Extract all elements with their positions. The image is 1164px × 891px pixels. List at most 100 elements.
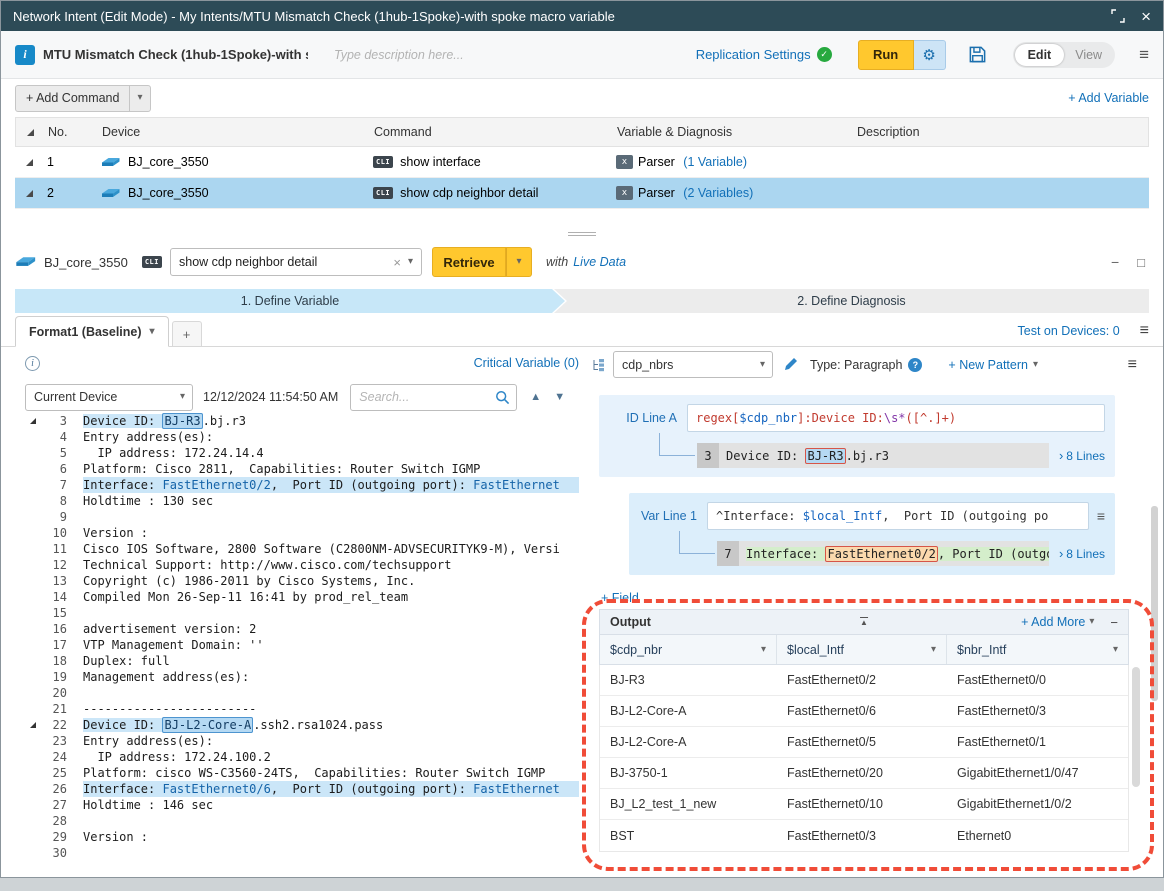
select-chevron-icon[interactable]: ▾ [760,360,772,370]
clear-icon[interactable]: × [389,255,405,270]
panel-scrollbar[interactable] [1151,506,1158,701]
retrieve-dropdown-button[interactable]: ▾ [506,247,532,277]
output-row[interactable]: BJ-R3FastEthernet0/2FastEthernet0/0 [600,665,1128,696]
close-icon[interactable]: × [1141,8,1151,25]
output-column-nbr-intf[interactable]: $nbr_Intf▾ [947,635,1128,664]
add-variable-link[interactable]: + Add Variable [1068,91,1149,105]
command-row[interactable]: 2BJ_core_3550CLIshow cdp neighbor detail… [15,178,1149,209]
collapse-output-icon[interactable]: ▲ [860,617,868,627]
tab-format1-baseline[interactable]: Format1 (Baseline) ▾ [15,316,169,347]
search-input[interactable] [351,390,489,404]
help-icon[interactable]: ? [908,358,922,372]
view-toggle[interactable]: View [1064,48,1113,62]
output-cell: FastEthernet0/10 [777,797,947,811]
var-line-menu-icon[interactable]: ≡ [1097,508,1105,524]
save-icon[interactable] [968,45,987,64]
panel-minimize-icon[interactable]: − [1111,254,1119,270]
parser-variables-link[interactable]: (2 Variables) [683,186,753,200]
line-expander-icon[interactable] [25,717,41,733]
device-name: BJ_core_3550 [44,255,128,270]
raw-text-line: 19Management address(es): [25,669,579,685]
column-chevron-icon[interactable]: ▾ [931,645,936,655]
tab-chevron-icon[interactable]: ▾ [150,327,155,337]
tabbar-menu-icon[interactable]: ≡ [1140,322,1149,340]
row-expander-icon[interactable] [15,159,43,166]
new-pattern-chevron-icon[interactable]: ▾ [1033,360,1038,370]
header-expander-icon[interactable] [16,129,44,136]
variable-select[interactable]: cdp_nbrs ▾ [613,351,773,378]
step1-label: 1. Define Variable [241,294,339,308]
id-line-pattern-box: ID Line A regex[$cdp_nbr]:Device ID:\s*(… [599,395,1115,477]
output-row[interactable]: BJ-L2-Core-AFastEthernet0/5FastEthernet0… [600,727,1128,758]
output-row[interactable]: BSTFastEthernet0/3Ethernet0 [600,820,1128,851]
add-field-link[interactable]: + Field [601,591,639,605]
command-device: BJ_core_3550 [101,185,373,201]
parser-variables-link[interactable]: (1 Variable) [683,155,747,169]
column-command: Command [374,125,617,139]
column-chevron-icon[interactable]: ▾ [761,645,766,655]
column-chevron-icon[interactable]: ▾ [1113,645,1118,655]
panel-restore-icon[interactable]: □ [1137,255,1145,270]
id-line-regex-input[interactable]: regex[$cdp_nbr]:Device ID:\s*([^.]+) [687,404,1105,432]
var-line-input[interactable]: ^Interface: $local_Intf, Port ID (outgoi… [707,502,1089,530]
retrieve-button[interactable]: Retrieve [432,247,506,277]
command-row[interactable]: 1BJ_core_3550CLIshow interfacexParser (1… [15,147,1149,178]
output-scrollbar[interactable] [1132,667,1140,787]
critical-variable-link[interactable]: Critical Variable (0) [474,356,579,370]
output-table-body: BJ-R3FastEthernet0/2FastEthernet0/0BJ-L2… [599,665,1129,852]
output-row[interactable]: BJ-L2-Core-AFastEthernet0/6FastEthernet0… [600,696,1128,727]
header-menu-icon[interactable]: ≡ [1139,45,1149,65]
raw-text-line: 26Interface: FastEthernet0/6, Port ID (o… [25,781,579,797]
command-combobox[interactable]: × ▾ [170,248,422,276]
run-button[interactable]: Run [858,40,914,70]
line-text [83,509,579,525]
select-chevron-icon[interactable]: ▾ [180,392,192,402]
maximize-icon[interactable] [1111,9,1125,23]
edit-toggle[interactable]: Edit [1015,44,1065,66]
add-more-chevron-icon[interactable]: ▾ [1089,617,1094,627]
line-number: 29 [41,829,67,845]
output-row[interactable]: BJ-3750-1FastEthernet0/20GigabitEthernet… [600,758,1128,789]
edit-variable-pencil-icon[interactable] [783,357,798,372]
combobox-chevron-icon[interactable]: ▾ [405,257,421,267]
splitter-handle[interactable] [1,229,1163,239]
line-text: Interface: FastEthernet0/2, Port ID (out… [83,477,579,493]
line-number: 28 [41,813,67,829]
device-scope-select[interactable]: Current Device ▾ [25,384,193,411]
add-command-chevron-icon[interactable]: ▾ [130,93,149,103]
next-match-icon[interactable]: ▼ [554,391,565,403]
command-parser: xParser (1 Variable) [616,155,856,169]
new-pattern-link[interactable]: + New Pattern ▾ [948,358,1038,372]
raw-text-area[interactable]: 3Device ID: BJ-R3.bj.r34Entry address(es… [25,413,579,863]
var-line-sample-row: 7 Interface: FastEthernet0/2, Port ID (o… [717,541,1105,566]
step-define-diagnosis[interactable]: 2. Define Diagnosis [554,289,1149,313]
live-data-link[interactable]: Live Data [573,255,626,269]
add-more-link[interactable]: + Add More ▾ [1021,615,1094,629]
raw-text-line: 20 [25,685,579,701]
id-line-lines-link[interactable]: › 8 Lines [1059,448,1105,463]
output-column-local-intf[interactable]: $local_Intf▾ [777,635,947,664]
description-input[interactable]: Type description here... [334,48,464,62]
variable-tree-icon [591,358,605,372]
var-line-lines-link[interactable]: › 8 Lines [1059,546,1105,561]
command-combobox-input[interactable] [171,255,389,269]
add-tab-button[interactable]: + [172,321,202,346]
minimize-output-icon[interactable]: − [1110,615,1118,630]
run-settings-gear-icon[interactable]: ⚙ [914,40,946,70]
replication-settings-link[interactable]: Replication Settings [696,47,811,62]
raw-text-line: 15 [25,605,579,621]
line-expander-icon[interactable] [25,413,41,429]
test-on-devices-link[interactable]: Test on Devices: 0 [1018,324,1120,338]
add-command-button[interactable]: + Add Command ▾ [15,85,151,112]
search-box[interactable] [350,384,517,411]
line-text: ------------------------ [83,701,579,717]
output-row[interactable]: BJ_L2_test_1_newFastEthernet0/10GigabitE… [600,789,1128,820]
step-define-variable[interactable]: 1. Define Variable [15,289,565,313]
output-column-cdp-nbr[interactable]: $cdp_nbr▾ [600,635,777,664]
search-icon[interactable] [489,390,516,405]
row-expander-icon[interactable] [15,190,43,197]
window-titlebar: Network Intent (Edit Mode) - My Intents/… [1,1,1163,31]
line-number: 26 [41,781,67,797]
prev-match-icon[interactable]: ▲ [530,391,541,403]
pattern-menu-icon[interactable]: ≡ [1128,356,1137,374]
